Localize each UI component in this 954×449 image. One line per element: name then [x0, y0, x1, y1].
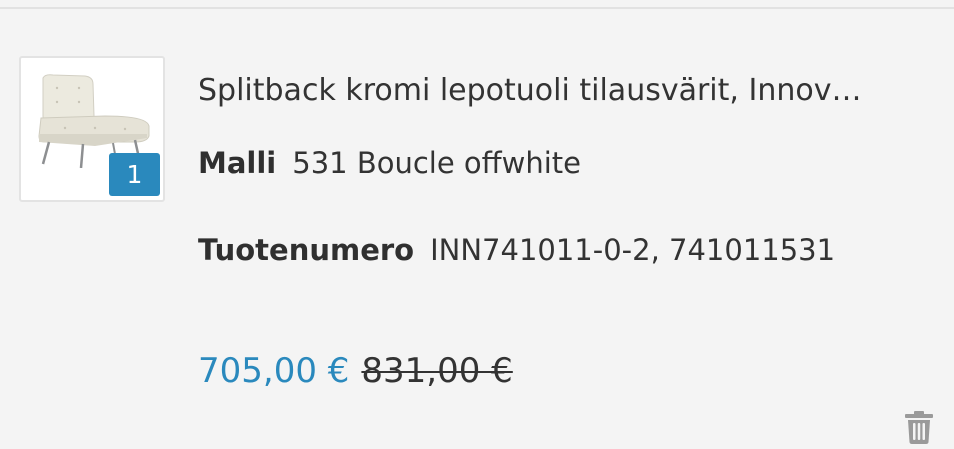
quantity-badge: 1 — [109, 153, 160, 196]
trash-icon — [905, 411, 933, 444]
sku-label: Tuotenumero — [198, 233, 415, 267]
price-row: 705,00 € 831,00 € — [198, 347, 513, 395]
sku-attribute: Tuotenumero INN741011-0-2, 741011531 — [198, 228, 835, 272]
current-price: 705,00 € — [198, 351, 350, 391]
product-title[interactable]: Splitback kromi lepotuoli tilausvärit, I… — [198, 69, 918, 113]
model-attribute: Malli 531 Boucle offwhite — [198, 141, 581, 185]
model-value: 531 Boucle offwhite — [292, 146, 581, 180]
model-label: Malli — [198, 146, 277, 180]
product-thumbnail[interactable]: 1 — [19, 56, 165, 202]
sku-value: INN741011-0-2, 741011531 — [430, 233, 836, 267]
cart-item: 1 Splitback kromi lepotuoli tilausvärit,… — [0, 9, 954, 449]
remove-item-button[interactable] — [904, 410, 934, 444]
original-price: 831,00 € — [361, 351, 513, 391]
